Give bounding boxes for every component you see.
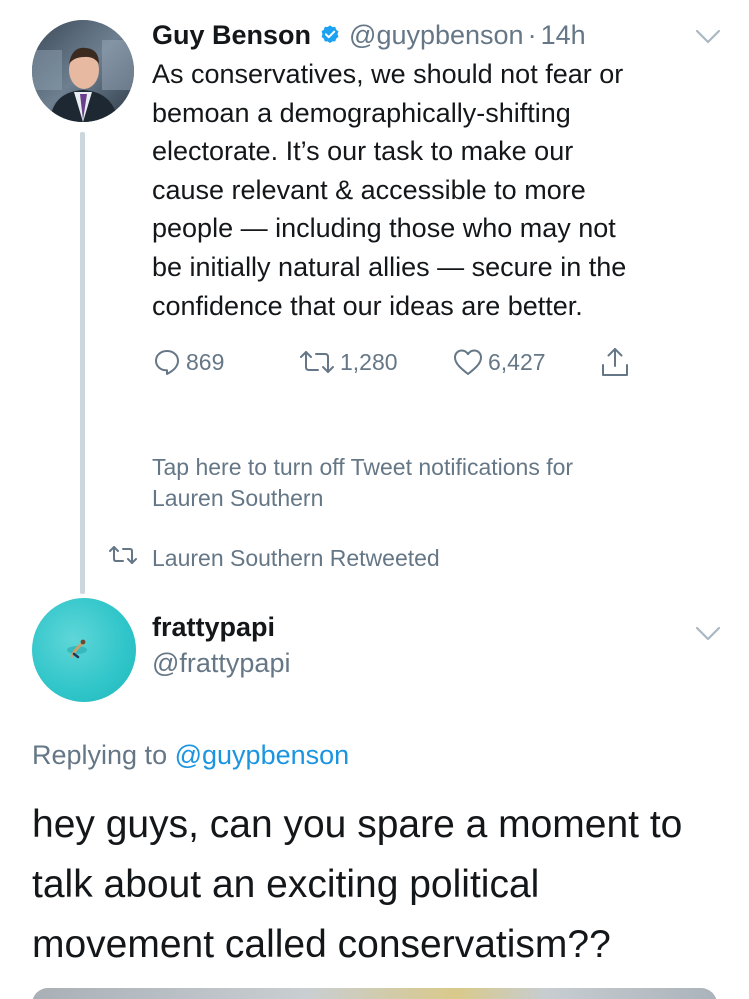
tweet-text-line: electorate. It’s our task to make our bbox=[152, 136, 574, 167]
like-count: 6,427 bbox=[488, 348, 546, 375]
tweet-text-line: bemoan a demographically-shifting bbox=[152, 97, 571, 128]
verified-badge-icon bbox=[319, 24, 341, 46]
tweet-header: Guy Benson @guypbenson · 14h bbox=[152, 16, 586, 54]
retweet-button[interactable]: 1,280 bbox=[298, 342, 398, 382]
like-button[interactable]: 6,427 bbox=[452, 342, 546, 382]
tweet-text-line: be initially natural allies — secure in … bbox=[152, 251, 627, 282]
timestamp[interactable]: 14h bbox=[541, 20, 586, 51]
tweet-text-line: people — including those who may not bbox=[152, 213, 616, 244]
tweet-text-line: As conservatives, we should not fear or bbox=[152, 59, 624, 89]
author-handle[interactable]: @guypbenson bbox=[349, 20, 524, 51]
retweet-arrows-icon bbox=[108, 544, 138, 572]
profile-photo bbox=[67, 639, 87, 659]
reply-count: 869 bbox=[186, 348, 225, 375]
tweet-text-line: cause relevant & accessible to more bbox=[152, 174, 586, 205]
reply-author-handle[interactable]: @frattypapi bbox=[152, 648, 290, 679]
thread-connector-line bbox=[80, 132, 85, 594]
retweet-arrows-icon bbox=[298, 347, 336, 377]
reply-text-line: movement called conservatism?? bbox=[32, 923, 611, 966]
retweet-context[interactable]: Lauren Southern Retweeted bbox=[108, 542, 440, 574]
reply-text-line: hey guys, can you spare a moment to bbox=[32, 803, 683, 846]
notification-prompt-line: Lauren Southern bbox=[152, 485, 324, 511]
attached-media-preview[interactable] bbox=[32, 988, 717, 999]
profile-photo bbox=[32, 20, 134, 122]
tweet-text: As conservatives, we should not fear or … bbox=[152, 55, 732, 325]
retweeted-by-label: Lauren Southern Retweeted bbox=[152, 544, 440, 571]
chevron-down-icon[interactable] bbox=[695, 626, 721, 642]
replying-to-label: Replying to bbox=[32, 740, 168, 770]
replying-to-mention[interactable]: @guypbenson bbox=[175, 740, 350, 770]
share-upload-icon bbox=[598, 345, 632, 379]
reply-text-line: talk about an exciting political bbox=[32, 863, 540, 906]
heart-icon bbox=[452, 347, 484, 377]
avatar[interactable] bbox=[32, 598, 136, 702]
share-button[interactable] bbox=[598, 342, 632, 382]
chevron-down-icon[interactable] bbox=[695, 29, 721, 45]
avatar[interactable] bbox=[32, 20, 134, 122]
reply-text: hey guys, can you spare a moment to talk… bbox=[32, 795, 732, 975]
separator-dot: · bbox=[527, 19, 537, 50]
notification-toggle-prompt[interactable]: Tap here to turn off Tweet notifications… bbox=[152, 452, 712, 514]
reply-button[interactable]: 869 bbox=[152, 342, 224, 382]
reply-author-name[interactable]: frattypapi bbox=[152, 612, 275, 643]
notification-prompt-line: Tap here to turn off Tweet notifications… bbox=[152, 454, 574, 480]
speech-bubble-icon bbox=[152, 347, 182, 377]
replying-to-line: Replying to @guypbenson bbox=[32, 740, 349, 771]
retweet-count: 1,280 bbox=[340, 348, 398, 375]
tweet-text-line: confidence that our ideas are better. bbox=[152, 290, 583, 321]
author-name[interactable]: Guy Benson bbox=[152, 20, 311, 51]
